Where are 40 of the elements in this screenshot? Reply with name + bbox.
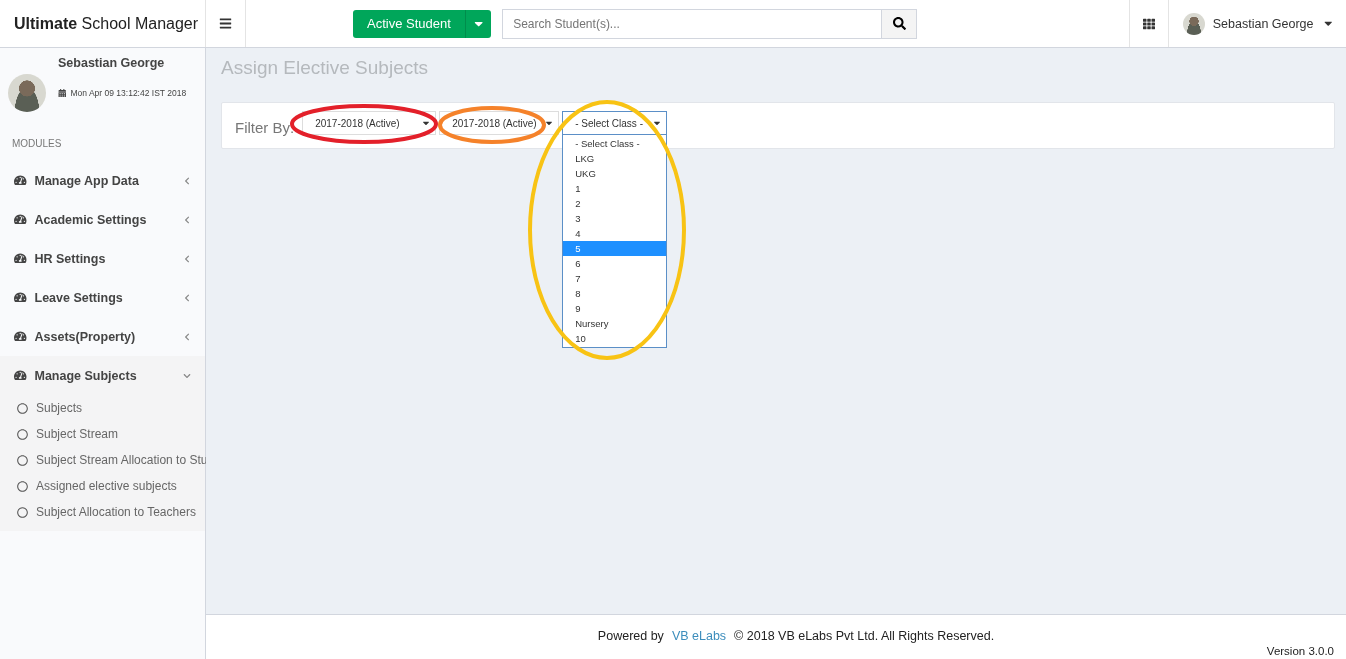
footer-text: Powered by VB eLabs © 2018 VB eLabs Pvt Ltd. All Rights Reserved. [596, 628, 996, 643]
submenu-item[interactable]: Subject Allocation to Teachers [36, 505, 196, 519]
chevron-down-icon [183, 371, 191, 380]
date-time: Mon Apr 09 13:12:42 IST 2018 [70, 88, 187, 98]
footer-link[interactable]: VB eLabs [671, 629, 727, 643]
dashboard-icon [14, 252, 27, 265]
chevron-left-icon [183, 176, 191, 185]
dashboard-icon [14, 213, 27, 226]
dashboard-icon [14, 174, 27, 187]
dashboard-icon [14, 330, 27, 343]
avatar [1182, 12, 1205, 35]
sidebar-item[interactable]: Manage Subjects [0, 356, 205, 395]
filter-label: Filter By: [235, 119, 295, 136]
search-icon[interactable] [882, 8, 918, 39]
submenu-item[interactable]: Subject Stream [36, 427, 119, 441]
sidebar-item[interactable]: Leave Settings [0, 278, 205, 317]
user-name: Sebastian George [58, 56, 166, 70]
sidebar-item[interactable]: Assets(Property) [0, 317, 205, 356]
version-text: Version 3.0.0 [1266, 645, 1335, 657]
section-heading: MODULES [11, 138, 63, 151]
submenu-item[interactable]: Subjects [36, 401, 83, 415]
search-field[interactable]: Search Student(s)... [502, 8, 883, 39]
submenu-item[interactable]: Assigned elective subjects [36, 479, 177, 493]
select-field[interactable]: 2017-2018 (Active) [439, 111, 560, 135]
chevron-left-icon [183, 215, 191, 224]
user-menu[interactable]: Sebastian George [1168, 0, 1346, 47]
app-title: Ultimate School Manager [0, 0, 206, 47]
chevron-left-icon [183, 332, 191, 341]
sidebar-item[interactable]: HR Settings [0, 239, 205, 278]
dashboard-icon [14, 291, 27, 304]
avatar [8, 74, 46, 112]
chevron-left-icon [183, 293, 191, 302]
sidebar-item[interactable]: Manage App Data [0, 161, 205, 200]
sidebar-item[interactable]: Academic Settings [0, 200, 205, 239]
calendar-icon [58, 88, 67, 98]
grid-icon[interactable] [1128, 0, 1169, 47]
select-field[interactable]: 2017-2018 (Active) [302, 111, 437, 135]
dashboard-icon [14, 369, 27, 382]
chevron-left-icon [183, 254, 191, 263]
page-title: Assign Elective Subjects [221, 57, 429, 79]
